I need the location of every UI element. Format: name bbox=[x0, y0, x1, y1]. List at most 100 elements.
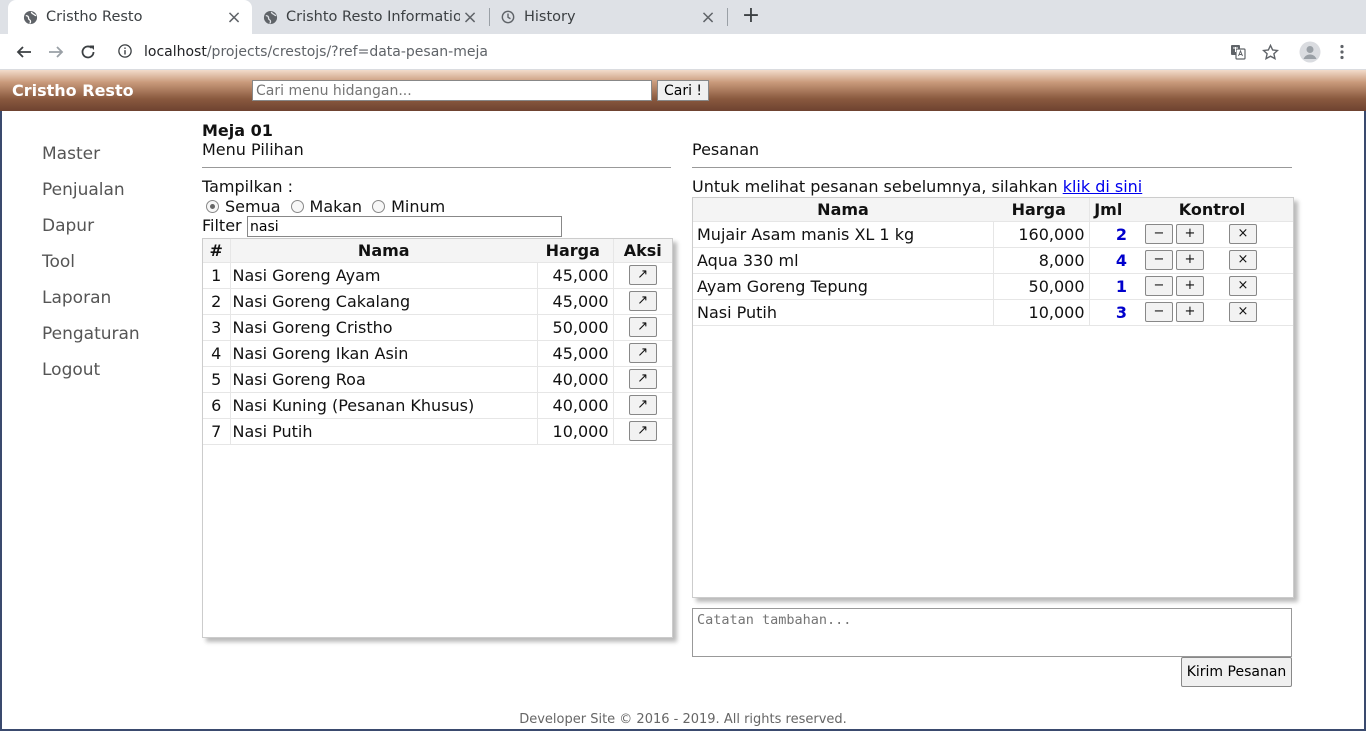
remove-item-button[interactable]: × bbox=[1229, 250, 1257, 271]
info-text: Untuk melihat pesanan sebelumnya, silahk… bbox=[692, 177, 1063, 196]
decrease-qty-button[interactable]: − bbox=[1145, 250, 1173, 271]
sidebar-item-logout[interactable]: Logout bbox=[42, 360, 140, 396]
order-item-name: Mujair Asam manis XL 1 kg bbox=[693, 220, 994, 248]
order-heading: Pesanan bbox=[692, 140, 760, 159]
tab-title: Cristho Resto bbox=[46, 9, 143, 25]
col-header-kontrol: Kontrol bbox=[1131, 198, 1293, 221]
show-label: Tampilkan : bbox=[202, 177, 293, 196]
decrease-qty-button[interactable]: − bbox=[1145, 276, 1173, 297]
row-harga: 40,000 bbox=[537, 391, 614, 419]
table-row: 3 Nasi Goreng Cristho 50,000 ↗ bbox=[203, 313, 672, 341]
add-to-order-button[interactable]: ↗ bbox=[628, 265, 657, 286]
new-tab-plus-icon[interactable]: + bbox=[739, 4, 763, 28]
translate-icon[interactable] bbox=[1226, 40, 1250, 64]
row-harga: 40,000 bbox=[537, 365, 614, 393]
app-header: Cristho Resto Cari ! bbox=[0, 70, 1366, 111]
add-to-order-button[interactable]: ↗ bbox=[628, 291, 657, 312]
globe-icon bbox=[262, 9, 278, 25]
col-header-harga: Harga bbox=[993, 198, 1090, 221]
order-item-name: Nasi Putih bbox=[693, 298, 994, 326]
decrease-qty-button[interactable]: − bbox=[1145, 224, 1173, 245]
previous-orders-link[interactable]: klik di sini bbox=[1063, 177, 1143, 196]
table-row: 6 Nasi Kuning (Pesanan Khusus) 40,000 ↗ bbox=[203, 391, 672, 419]
divider bbox=[692, 167, 1292, 168]
add-to-order-button[interactable]: ↗ bbox=[628, 395, 657, 416]
site-info-icon[interactable] bbox=[118, 44, 134, 60]
table-row: Ayam Goreng Tepung 50,000 1− + × bbox=[693, 272, 1293, 300]
sidebar-item-laporan[interactable]: Laporan bbox=[42, 288, 140, 324]
row-nama: Nasi Goreng Ayam bbox=[230, 261, 538, 289]
table-row: 5 Nasi Goreng Roa 40,000 ↗ bbox=[203, 365, 672, 393]
add-to-order-button[interactable]: ↗ bbox=[628, 421, 657, 442]
row-harga: 45,000 bbox=[537, 287, 614, 315]
browser-tab-information[interactable]: Crishto Resto Information × bbox=[252, 0, 488, 34]
radio-semua[interactable] bbox=[206, 200, 219, 213]
add-to-order-button[interactable]: ↗ bbox=[628, 343, 657, 364]
radio-label[interactable]: Makan bbox=[310, 197, 363, 216]
sidebar-item-dapur[interactable]: Dapur bbox=[42, 216, 140, 252]
tab-title: Crishto Resto Information bbox=[286, 9, 460, 25]
reload-icon[interactable] bbox=[76, 40, 100, 64]
row-num: 4 bbox=[203, 339, 231, 367]
sidebar-item-penjualan[interactable]: Penjualan bbox=[42, 180, 140, 216]
menu-search-input[interactable] bbox=[252, 80, 652, 101]
menu-heading: Menu Pilihan bbox=[202, 140, 304, 159]
remove-item-button[interactable]: × bbox=[1229, 276, 1257, 297]
sidebar-item-pengaturan[interactable]: Pengaturan bbox=[42, 324, 140, 360]
search-button[interactable]: Cari ! bbox=[657, 80, 709, 101]
order-item-qty: 4 bbox=[1089, 246, 1131, 274]
filter-input[interactable] bbox=[247, 216, 562, 237]
close-tab-icon[interactable]: × bbox=[224, 7, 244, 28]
sidebar-item-tool[interactable]: Tool bbox=[42, 252, 140, 288]
menu-kebab-icon[interactable] bbox=[1330, 40, 1354, 64]
browser-tab-history[interactable]: History × bbox=[490, 0, 726, 34]
increase-qty-button[interactable]: + bbox=[1176, 250, 1204, 271]
row-nama: Nasi Goreng Cakalang bbox=[230, 287, 538, 315]
row-nama: Nasi Goreng Roa bbox=[230, 365, 538, 393]
radio-minum[interactable] bbox=[372, 200, 386, 213]
forward-arrow-icon[interactable] bbox=[44, 40, 68, 64]
close-tab-icon[interactable]: × bbox=[460, 7, 480, 28]
profile-avatar-icon[interactable] bbox=[1298, 40, 1322, 64]
remove-item-button[interactable]: × bbox=[1229, 224, 1257, 245]
remove-item-button[interactable]: × bbox=[1229, 302, 1257, 323]
order-notes-textarea[interactable] bbox=[692, 608, 1292, 657]
row-harga: 45,000 bbox=[537, 339, 614, 367]
increase-qty-button[interactable]: + bbox=[1176, 224, 1204, 245]
order-item-price: 8,000 bbox=[993, 246, 1090, 274]
radio-makan[interactable] bbox=[290, 200, 304, 213]
order-item-qty: 2 bbox=[1089, 220, 1131, 248]
order-item-price: 10,000 bbox=[993, 298, 1090, 326]
row-num: 2 bbox=[203, 287, 231, 315]
back-arrow-icon[interactable] bbox=[12, 40, 36, 64]
order-item-qty: 3 bbox=[1089, 298, 1131, 326]
browser-tab-cristho-resto[interactable]: Cristho Resto × bbox=[8, 0, 252, 34]
filter-label: Filter bbox=[202, 216, 242, 235]
table-row: Mujair Asam manis XL 1 kg 160,000 2− + × bbox=[693, 220, 1293, 248]
submit-order-button[interactable]: Kirim Pesanan bbox=[1181, 657, 1292, 687]
bookmark-star-icon[interactable] bbox=[1258, 40, 1282, 64]
address-bar[interactable]: localhost/projects/crestojs/?ref=data-pe… bbox=[118, 36, 1226, 68]
table-row: Aqua 330 ml 8,000 4− + × bbox=[693, 246, 1293, 274]
sidebar-item-master[interactable]: Master bbox=[42, 144, 140, 180]
col-header-aksi: Aksi bbox=[613, 239, 672, 262]
row-num: 7 bbox=[203, 417, 231, 445]
globe-icon bbox=[22, 9, 38, 25]
col-header-nama: Nama bbox=[693, 198, 993, 221]
radio-label[interactable]: Minum bbox=[391, 197, 445, 216]
url-path: /projects/crestojs/?ref=data-pesan-meja bbox=[206, 44, 488, 60]
col-header-jml: Jml bbox=[1089, 198, 1131, 221]
add-to-order-button[interactable]: ↗ bbox=[628, 317, 657, 338]
row-num: 1 bbox=[203, 261, 231, 289]
increase-qty-button[interactable]: + bbox=[1176, 276, 1204, 297]
menu-list-panel: # Nama Harga Aksi 1 Nasi Goreng Ayam 45,00… bbox=[202, 238, 673, 638]
add-to-order-button[interactable]: ↗ bbox=[628, 369, 657, 390]
radio-label[interactable]: Semua bbox=[225, 197, 281, 216]
order-item-price: 160,000 bbox=[993, 220, 1090, 248]
footer-copyright: Developer Site © 2016 - 2019. All rights… bbox=[519, 712, 847, 727]
close-tab-icon[interactable]: × bbox=[698, 7, 718, 28]
table-row: 2 Nasi Goreng Cakalang 45,000 ↗ bbox=[203, 287, 672, 315]
brand-title[interactable]: Cristho Resto bbox=[12, 81, 134, 100]
decrease-qty-button[interactable]: − bbox=[1145, 302, 1173, 323]
increase-qty-button[interactable]: + bbox=[1176, 302, 1204, 323]
